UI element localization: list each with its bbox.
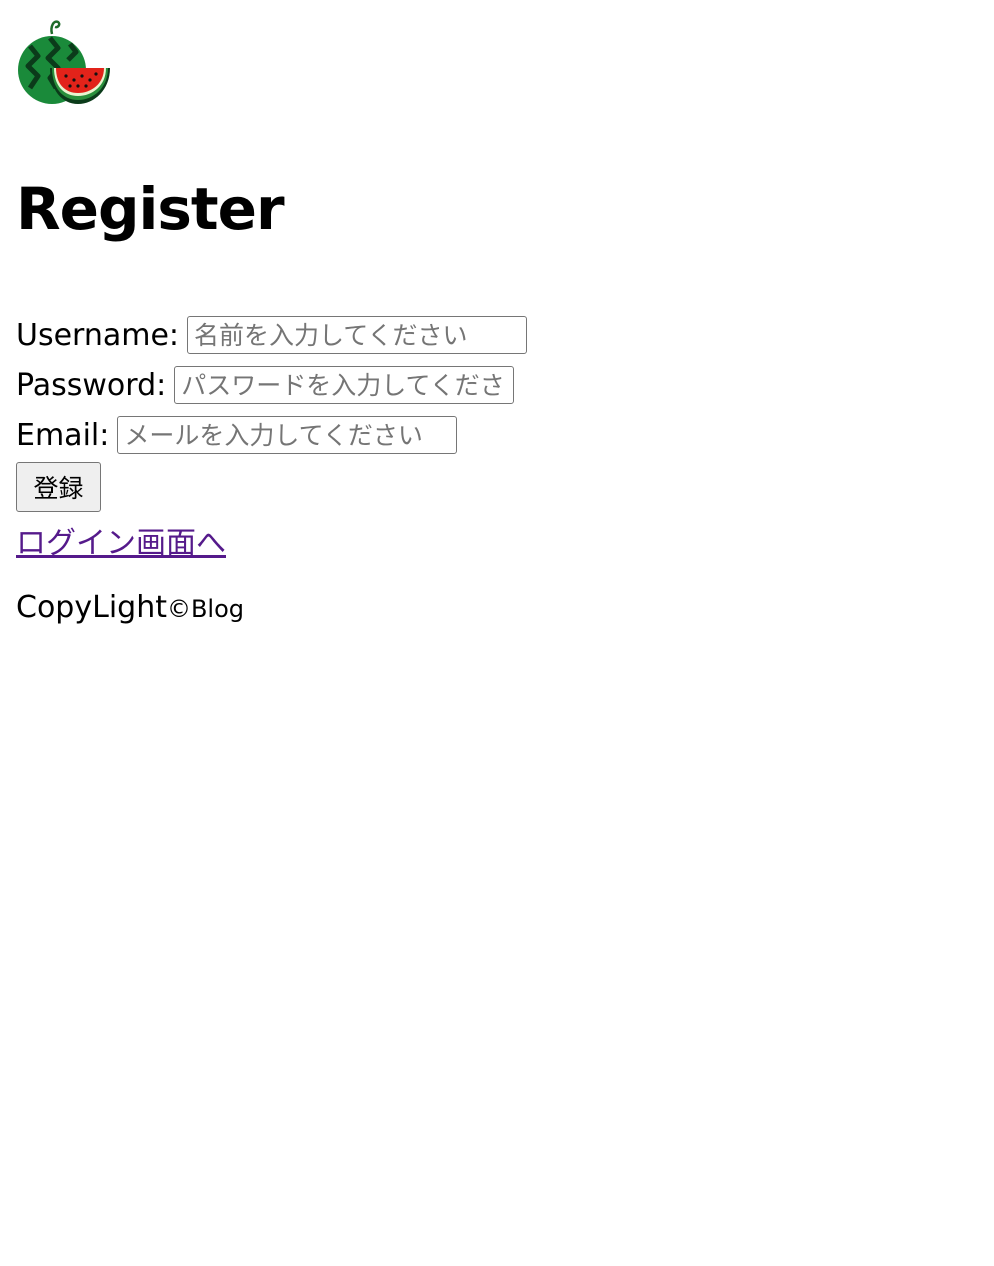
username-label: Username:	[16, 317, 180, 353]
email-row: Email:	[16, 410, 527, 460]
watermelon-icon	[16, 16, 116, 108]
username-row: Username:	[16, 310, 528, 360]
page-title: Register	[16, 175, 285, 243]
register-form: Username: Password: Email: 登録 ログイン画面へ	[16, 310, 528, 562]
footer: CopyLight©Blog	[16, 590, 244, 625]
email-input[interactable]	[117, 416, 458, 454]
password-label: Password:	[16, 367, 167, 403]
submit-row: 登録	[16, 462, 527, 512]
password-input[interactable]	[174, 366, 515, 404]
register-button[interactable]: 登録	[16, 462, 101, 512]
page	[0, 0, 994, 108]
footer-copyright: ©Blog	[166, 595, 245, 623]
password-row: Password:	[16, 360, 527, 410]
username-input[interactable]	[187, 316, 528, 354]
footer-brand: CopyLight	[16, 590, 167, 625]
login-page-link[interactable]: ログイン画面へ	[16, 518, 226, 562]
email-label: Email:	[16, 417, 110, 453]
